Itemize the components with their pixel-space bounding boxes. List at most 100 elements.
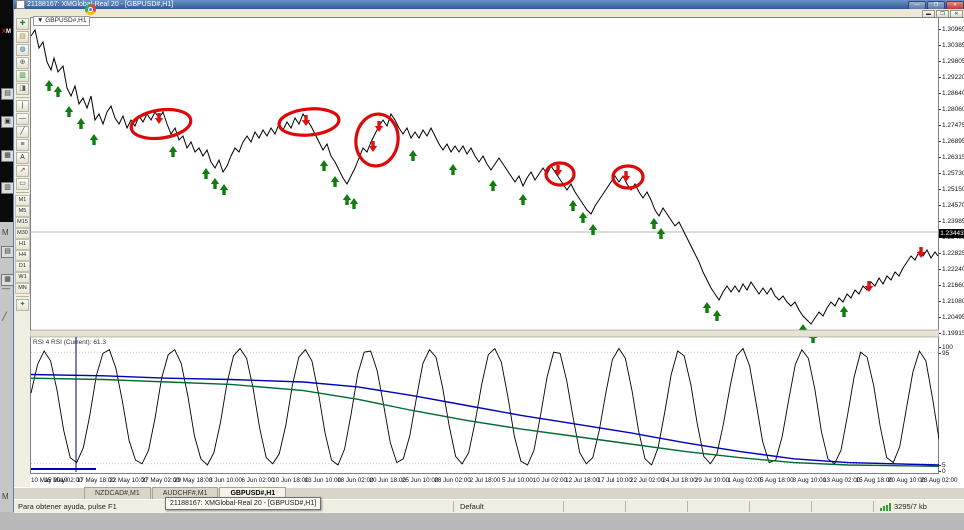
sell-arrow-marker [916, 247, 926, 258]
buy-arrow-marker [210, 178, 220, 189]
time-tick-label: 6 Jun 02:00 [241, 477, 275, 484]
status-bar: Para obtener ayuda, pulse F1 Default 329… [14, 499, 964, 513]
time-tick-label: 22 Jul 02:00 [629, 477, 665, 484]
time-tick-label: 25 Jun 10:00 [401, 477, 439, 484]
symbol-label-box[interactable]: ▼ GBPUSD#,H1 [33, 16, 91, 26]
background-text: M [2, 228, 9, 237]
toolbar-separator [16, 192, 29, 193]
market-watch-icon[interactable]: ◍ [16, 44, 29, 56]
crosshair-icon[interactable]: | [16, 100, 29, 112]
price-tick-label: 1.30965 [939, 26, 964, 33]
indicator-scale-label: 0 [939, 468, 946, 475]
buy-arrow-marker [588, 224, 598, 235]
time-tick-label: 20 Jun 18:00 [369, 477, 406, 484]
close-button[interactable]: ✕ [946, 1, 964, 9]
status-profile[interactable]: Default [453, 501, 563, 512]
buy-arrow-marker [201, 168, 211, 179]
chart-tab-nzdcad[interactable]: NZDCAD#,M1 [84, 487, 151, 499]
price-tick-label: 1.21660 [939, 282, 964, 289]
buy-arrow-marker [488, 180, 498, 191]
buy-arrow-marker [168, 146, 178, 157]
new-chart-icon[interactable]: ✚ [16, 18, 29, 30]
status-empty-sections [563, 501, 873, 512]
buy-arrow-marker [649, 218, 659, 229]
price-tick-label: 1.28060 [939, 106, 964, 113]
background-text: — [2, 284, 10, 293]
new-order-icon[interactable]: ▥ [16, 70, 29, 82]
shapes-icon[interactable]: ▭ [16, 178, 29, 190]
price-tick-label: 1.25730 [939, 170, 964, 177]
time-tick-label: 24 Jul 18:00 [662, 477, 697, 484]
price-chart[interactable]: RSI 4 RSI (Current): 61.3 [30, 17, 939, 473]
price-tick-label: 1.26895 [939, 138, 964, 145]
buy-arrow-marker [568, 200, 578, 211]
timeframe-m5-button[interactable]: M5 [15, 206, 30, 217]
indicators-icon[interactable]: ✦ [16, 299, 29, 311]
minimize-button[interactable]: — [908, 1, 926, 9]
buy-arrow-marker [53, 86, 63, 97]
buy-arrow-marker [330, 176, 340, 187]
time-tick-label: 12 Jul 18:00 [565, 477, 600, 484]
timeframe-h1-button[interactable]: H1 [15, 239, 30, 250]
connection-speed: 3295/7 kb [894, 502, 927, 511]
timeframe-h4-button[interactable]: H4 [15, 250, 30, 261]
chevron-down-icon[interactable]: ▼ [37, 17, 43, 24]
indicator-label: RSI 4 RSI (Current): 61.3 [33, 339, 106, 346]
time-tick-label: 29 May 18:00 [174, 477, 213, 484]
text-label-icon[interactable]: A [16, 152, 29, 164]
status-connection: 3295/7 kb [873, 501, 964, 512]
oscillator-line [30, 347, 939, 466]
timeframe-mn-button[interactable]: MN [15, 283, 30, 294]
background-app-strip: XM ▤ ▣ ▦ ▥ ▤ ▦ M M — ╱ [0, 0, 14, 512]
sell-arrow-marker [621, 171, 631, 182]
time-tick-label: 18 Jun 02:00 [337, 477, 374, 484]
time-tick-label: 10 Jun 18:00 [272, 477, 309, 484]
status-empty-section [563, 501, 625, 512]
timeframe-d1-button[interactable]: D1 [15, 261, 30, 272]
trendline-icon[interactable]: ╱ [16, 126, 29, 138]
timeframe-m1-button[interactable]: M1 [15, 195, 30, 206]
price-tick-label: 1.27475 [939, 122, 964, 129]
buy-arrow-marker [349, 198, 359, 209]
buy-arrow-marker [319, 160, 329, 171]
buy-arrow-marker [64, 106, 74, 117]
app-icon [16, 0, 25, 9]
buy-arrow-marker [839, 306, 849, 317]
navigator-icon[interactable]: ⊕ [16, 57, 29, 69]
toolbar-separator [16, 296, 29, 297]
buy-arrow-marker [578, 212, 588, 223]
status-empty-section [687, 501, 749, 512]
timeframe-m30-button[interactable]: M30 [15, 228, 30, 239]
buy-arrow-marker [89, 134, 99, 145]
status-empty-section [811, 501, 873, 512]
buy-arrow-marker [702, 302, 712, 313]
time-tick-label: 3 Jun 10:00 [209, 477, 243, 484]
title-bar[interactable]: 21188167: XMGlobal-Real 20 - [GBPUSD#,H1… [14, 0, 964, 9]
price-tick-label: 1.25150 [939, 186, 964, 193]
time-tick-label: 2 Jul 18:00 [469, 477, 501, 484]
sell-arrow-marker [368, 141, 378, 152]
annotation-circle [544, 161, 576, 187]
background-text: ╱ [2, 312, 7, 321]
price-tick-label: 1.29220 [939, 74, 964, 81]
timeframe-m15-button[interactable]: M15 [15, 217, 30, 228]
price-tick-label: 1.20495 [939, 314, 964, 321]
timeframe-w1-button[interactable]: W1 [15, 272, 30, 283]
signal-line-green [30, 377, 939, 467]
sell-arrow-marker [301, 115, 311, 126]
window-controls: — ❐ ✕ [908, 1, 964, 9]
time-tick-label: 5 Aug 18:00 [760, 477, 794, 484]
sell-arrow-marker [154, 113, 164, 124]
price-tick-label: 1.28640 [939, 90, 964, 97]
profiles-icon[interactable]: ▤ [16, 31, 29, 43]
arrows-icon[interactable]: ↗ [16, 165, 29, 177]
signal-bars-icon [880, 502, 891, 511]
fibonacci-icon[interactable]: ≡ [16, 139, 29, 151]
toolbar-separator [16, 97, 29, 98]
buy-arrow-marker [219, 184, 229, 195]
time-tick-label: 1 Aug 02:00 [727, 477, 762, 484]
horizontal-line-icon[interactable]: — [16, 113, 29, 125]
terminal-icon[interactable]: ◨ [16, 83, 29, 95]
maximize-button[interactable]: ❐ [927, 1, 945, 9]
signal-line-blue [30, 373, 939, 466]
